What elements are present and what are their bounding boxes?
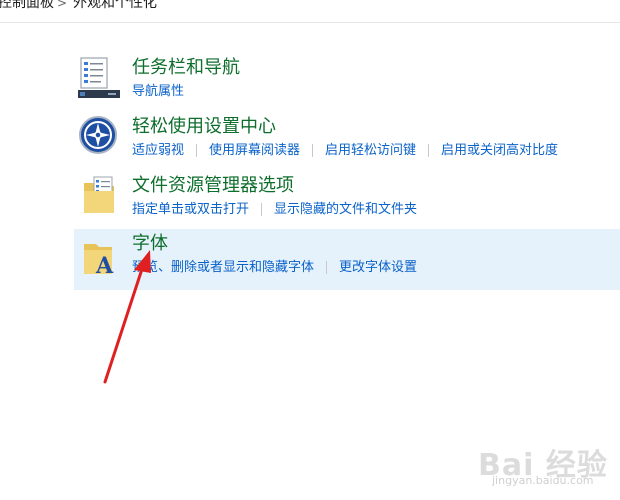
category-ease-of-access: 轻松使用设置中心 适应弱视 使用屏幕阅读器 启用轻松访问键 启用或关闭高对比度 (74, 108, 620, 164)
link-change-font-settings[interactable]: 更改字体设置 (339, 261, 417, 274)
breadcrumb: 控制面板 > 外观和个性化 (0, 0, 620, 23)
category-taskbar-navigation: 任务栏和导航 导航属性 (74, 48, 620, 104)
category-links-fonts: 预览、删除或者显示和隐藏字体 更改字体设置 (132, 261, 417, 274)
link-show-hidden-files[interactable]: 显示隐藏的文件和文件夹 (274, 203, 417, 216)
link-low-vision[interactable]: 适应弱视 (132, 144, 184, 157)
category-file-explorer-options: 文件资源管理器选项 指定单击或双击打开 显示隐藏的文件和文件夹 (74, 166, 620, 224)
font-folder-icon[interactable]: A (82, 238, 124, 280)
category-title-ease-of-access[interactable]: 轻松使用设置中心 (132, 118, 276, 136)
breadcrumb-appearance[interactable]: 外观和个性化 (73, 0, 157, 10)
link-screen-reader[interactable]: 使用屏幕阅读器 (209, 144, 300, 157)
link-divider (312, 144, 314, 157)
link-preview-delete-fonts[interactable]: 预览、删除或者显示和隐藏字体 (132, 261, 314, 274)
breadcrumb-separator: > (57, 0, 68, 10)
folder-checklist-icon[interactable] (82, 175, 124, 217)
category-fonts[interactable]: A 字体 预览、删除或者显示和隐藏字体 更改字体设置 (74, 229, 620, 290)
link-high-contrast[interactable]: 启用或关闭高对比度 (441, 144, 558, 157)
ease-of-access-icon[interactable] (78, 115, 120, 157)
svg-text:A: A (95, 253, 114, 279)
category-title-file-explorer[interactable]: 文件资源管理器选项 (132, 177, 294, 195)
link-divider (326, 261, 328, 274)
link-divider (261, 203, 263, 216)
link-access-keys[interactable]: 启用轻松访问键 (325, 144, 416, 157)
link-single-double-click[interactable]: 指定单击或双击打开 (132, 203, 249, 216)
link-navigation-properties[interactable]: 导航属性 (132, 85, 184, 98)
watermark-url: jingyan.baidu.com (492, 474, 594, 487)
category-links-taskbar: 导航属性 (132, 85, 184, 98)
taskbar-checklist-icon[interactable] (78, 56, 120, 98)
category-links-ease-of-access: 适应弱视 使用屏幕阅读器 启用轻松访问键 启用或关闭高对比度 (132, 144, 558, 157)
category-title-taskbar[interactable]: 任务栏和导航 (132, 59, 240, 77)
link-divider (196, 144, 198, 157)
watermark: Bai 经验 jingyan.baidu.com (478, 440, 618, 496)
breadcrumb-control-panel[interactable]: 控制面板 (0, 0, 54, 10)
category-links-file-explorer: 指定单击或双击打开 显示隐藏的文件和文件夹 (132, 203, 417, 216)
link-divider (428, 144, 430, 157)
category-title-fonts[interactable]: 字体 (132, 235, 168, 253)
